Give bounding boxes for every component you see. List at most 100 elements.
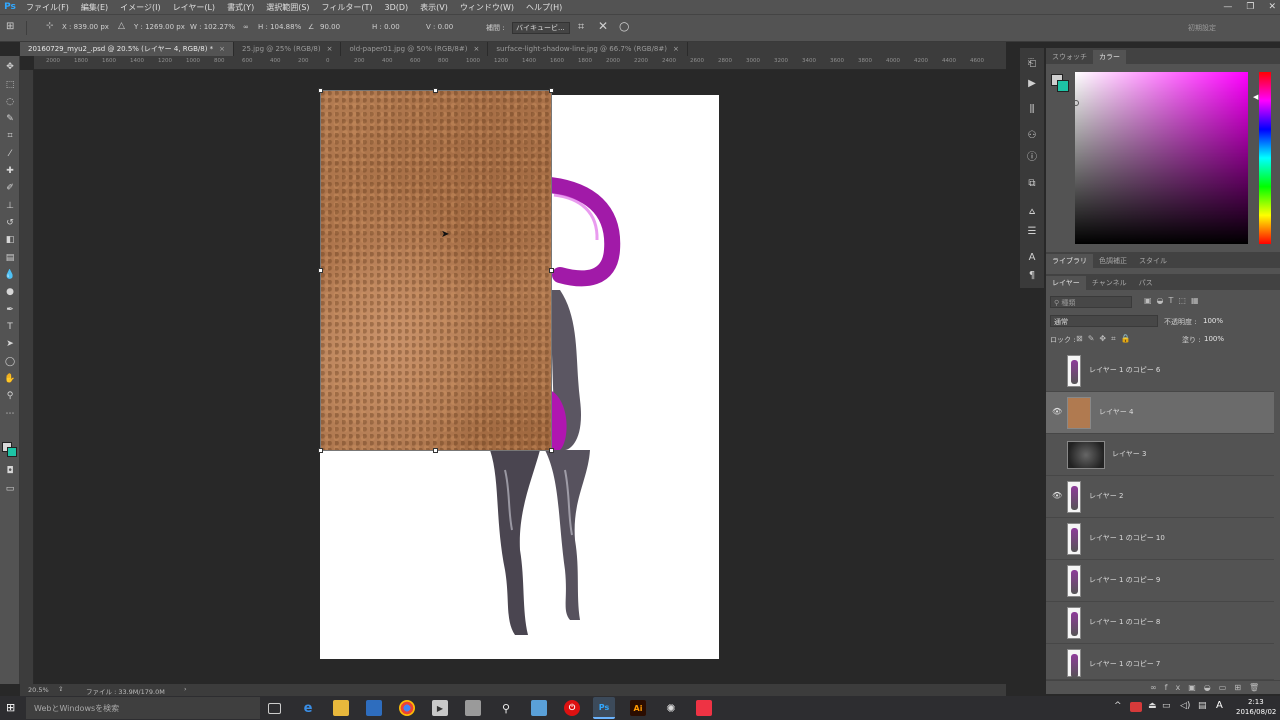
background-color-swatch[interactable]	[1057, 80, 1069, 92]
stamp-tool-icon[interactable]: ⊥	[2, 199, 18, 213]
hand-tool-icon[interactable]: ✋	[2, 372, 18, 386]
layer-row[interactable]: 👁 レイヤー 2	[1046, 476, 1274, 518]
layer-name[interactable]: レイヤー 2	[1089, 491, 1123, 501]
file-explorer-icon[interactable]	[333, 700, 349, 716]
quick-select-tool-icon[interactable]: ✎	[2, 112, 18, 126]
screen-mode-icon[interactable]: ▭	[2, 482, 18, 496]
marquee-tool-icon[interactable]: ⬚	[2, 78, 18, 92]
visibility-toggle-icon[interactable]: 👁	[1052, 491, 1062, 501]
reference-point-icon[interactable]: ⊹	[46, 21, 54, 31]
tab-document-1[interactable]: 20160729_myu2_.psd @ 20.5% (レイヤー 4, RGB/…	[20, 42, 235, 56]
transform-handle[interactable]	[433, 88, 438, 93]
menu-view[interactable]: 表示(V)	[414, 2, 454, 13]
brush-presets-icon[interactable]: ⫼	[1024, 102, 1040, 116]
close-icon[interactable]: ×	[219, 45, 225, 53]
close-icon[interactable]: ×	[673, 45, 679, 53]
layer-row[interactable]: レイヤー 1 のコピー 9	[1046, 560, 1274, 602]
transform-handle[interactable]	[549, 448, 554, 453]
close-icon[interactable]: ×	[327, 45, 333, 53]
tab-layers[interactable]: レイヤー	[1046, 276, 1086, 290]
tab-document-2[interactable]: 25.jpg @ 25% (RGB/8) ×	[234, 42, 342, 56]
info-icon[interactable]: ⓘ	[1024, 148, 1040, 163]
search-app-icon[interactable]: ⚲	[498, 700, 514, 716]
media-player-icon[interactable]: ▶	[432, 700, 448, 716]
transform-tool-icon[interactable]: ⊞	[6, 21, 14, 32]
menu-3d[interactable]: 3D(D)	[379, 3, 415, 12]
usb-icon[interactable]: ⏏	[1148, 701, 1157, 711]
pen-tool-icon[interactable]: ✒	[2, 303, 18, 317]
visibility-toggle-icon[interactable]	[1052, 575, 1062, 585]
dodge-tool-icon[interactable]: ●	[2, 285, 18, 299]
transform-handle[interactable]	[318, 448, 323, 453]
windows-start-icon[interactable]: ⊞	[6, 701, 15, 714]
tab-swatches[interactable]: スウォッチ	[1046, 50, 1093, 64]
layer-name[interactable]: レイヤー 1 のコピー 6	[1089, 365, 1160, 375]
actions-play-icon[interactable]: ▶	[1024, 76, 1040, 90]
visibility-toggle-icon[interactable]	[1052, 659, 1062, 669]
close-icon[interactable]: ×	[473, 45, 479, 53]
layer-row[interactable]: レイヤー 1 のコピー 8	[1046, 602, 1274, 644]
layer-name[interactable]: レイヤー 1 のコピー 7	[1089, 659, 1160, 669]
background-color-swatch[interactable]	[7, 447, 17, 457]
menu-file[interactable]: ファイル(F)	[20, 2, 75, 13]
commit-transform-icon[interactable]: ○	[619, 19, 629, 33]
layer-row[interactable]: レイヤー 3	[1046, 434, 1274, 476]
warp-icon[interactable]: ⌗	[578, 20, 584, 34]
transform-handle[interactable]	[318, 88, 323, 93]
fill-field[interactable]: 100%	[1204, 335, 1224, 343]
tool-presets-icon[interactable]: ⩟	[1024, 204, 1040, 218]
opacity-field[interactable]: 100%	[1203, 317, 1223, 325]
gradient-tool-icon[interactable]: ▤	[2, 251, 18, 265]
menu-help[interactable]: ヘルプ(H)	[520, 2, 568, 13]
photoshop-taskbar-icon[interactable]: Ps	[593, 697, 615, 719]
layer-row[interactable]: レイヤー 1 のコピー 7	[1046, 644, 1274, 680]
eraser-tool-icon[interactable]: ◧	[2, 233, 18, 247]
tab-document-3[interactable]: old-paper01.jpg @ 50% (RGB/8#) ×	[341, 42, 489, 56]
color-picker-field[interactable]	[1075, 72, 1248, 244]
hue-slider-handle-icon[interactable]: ◀	[1253, 93, 1258, 101]
fg-bg-color-icon[interactable]	[1051, 74, 1069, 92]
tab-libraries[interactable]: ライブラリ	[1046, 254, 1093, 268]
layer-row[interactable]: レイヤー 1 のコピー 6	[1046, 350, 1274, 392]
layer-row[interactable]: レイヤー 1 のコピー 10	[1046, 518, 1274, 560]
close-button[interactable]: ✕	[1268, 2, 1276, 12]
menu-window[interactable]: ウィンドウ(W)	[454, 2, 520, 13]
layer-action-icons[interactable]: ∞fx▣◒▭⊞🗑	[1150, 683, 1267, 692]
layer-comps-icon[interactable]: ⚇	[1024, 128, 1040, 142]
transform-handle[interactable]	[433, 448, 438, 453]
lock-icons[interactable]: ⊠✎✥⌗🔒	[1076, 334, 1136, 344]
paragraph-icon[interactable]: ¶	[1024, 268, 1040, 282]
app-icon[interactable]	[696, 700, 712, 716]
menu-filter[interactable]: フィルター(T)	[316, 2, 379, 13]
app-icon[interactable]: ✺	[663, 700, 679, 716]
layer-filter-icons[interactable]: ▣◒T⬚▦	[1144, 296, 1204, 305]
color-picker-marker[interactable]	[1073, 100, 1079, 106]
x-field[interactable]: X : 839.00 px	[62, 23, 109, 31]
menu-layer[interactable]: レイヤー(L)	[167, 2, 221, 13]
store-icon[interactable]	[366, 700, 382, 716]
calculator-icon[interactable]	[465, 700, 481, 716]
chevron-up-icon[interactable]: ^	[1114, 701, 1122, 711]
power-app-icon[interactable]: ⏻	[564, 700, 580, 716]
transform-handle[interactable]	[549, 268, 554, 273]
menu-type[interactable]: 書式(Y)	[221, 2, 260, 13]
tab-styles[interactable]: スタイル	[1133, 254, 1173, 268]
properties-icon[interactable]: ☰	[1024, 224, 1040, 238]
quick-mask-icon[interactable]: ◘	[2, 464, 18, 478]
transform-handle[interactable]	[549, 88, 554, 93]
keyboard-icon[interactable]: ▤	[1198, 701, 1207, 711]
layer-filter-select[interactable]: ⚲ 種類	[1050, 296, 1132, 308]
visibility-toggle-icon[interactable]	[1052, 449, 1062, 459]
layer-row[interactable]: 👁 レイヤー 4	[1046, 392, 1274, 434]
angle-field[interactable]: 90.00	[320, 23, 340, 31]
history-icon[interactable]: ⎗	[1024, 56, 1040, 70]
tab-document-4[interactable]: surface-light-shadow-line.jpg @ 66.7% (R…	[488, 42, 688, 56]
menu-select[interactable]: 選択範囲(S)	[260, 2, 315, 13]
clock-time[interactable]: 2:13	[1248, 698, 1264, 706]
layer-name[interactable]: レイヤー 1 のコピー 8	[1089, 617, 1160, 627]
transform-bounding-box[interactable]	[320, 90, 552, 451]
illustrator-taskbar-icon[interactable]: Ai	[630, 700, 646, 716]
edge-browser-icon[interactable]: e	[300, 700, 316, 716]
menu-image[interactable]: イメージ(I)	[114, 2, 166, 13]
tab-color[interactable]: カラー	[1093, 50, 1126, 64]
